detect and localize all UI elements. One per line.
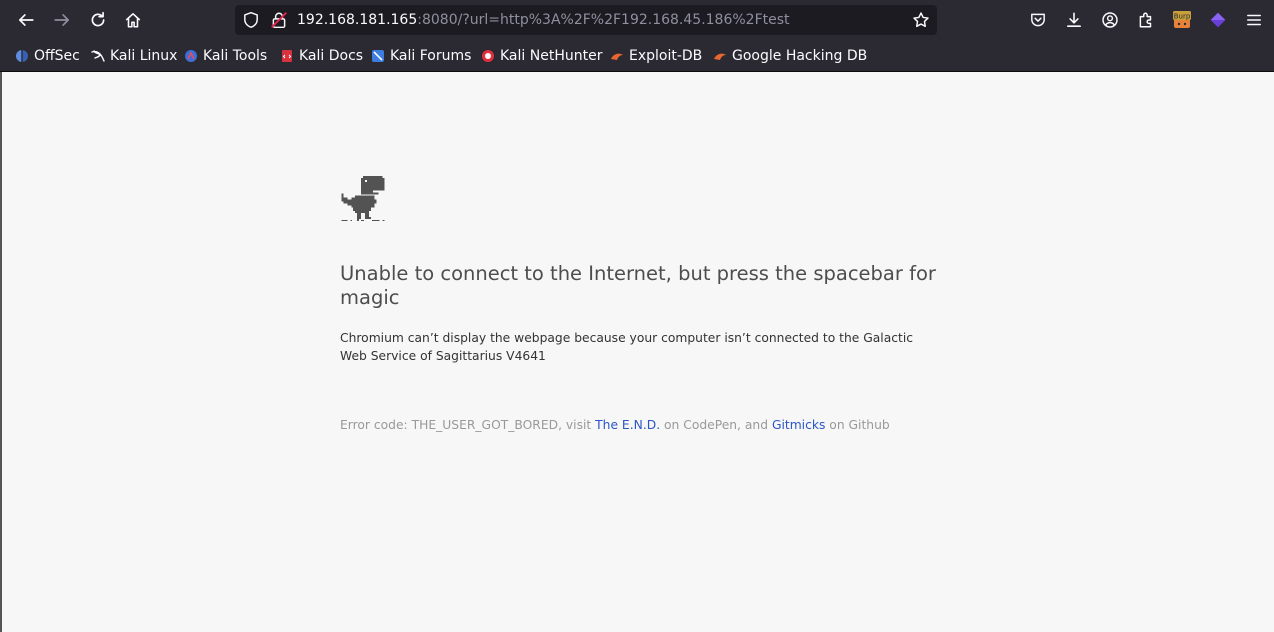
dinosaur-icon[interactable] <box>340 176 386 222</box>
bookmark-label: Kali Linux <box>110 48 178 64</box>
error-code-prefix: Error code: THE_USER_GOT_BORED, visit <box>340 418 596 432</box>
url-bar[interactable]: 192.168.181.165:8080/?url=http%3A%2F%2F1… <box>235 5 937 35</box>
bookmark-kali-tools[interactable]: Kali Tools <box>184 46 267 66</box>
bookmark-google-hacking-db[interactable]: Google Hacking DB <box>713 46 867 66</box>
bookmark-label: Kali NetHunter <box>500 48 603 64</box>
download-icon <box>1067 12 1081 27</box>
home-button[interactable] <box>119 6 147 34</box>
forward-button[interactable] <box>48 6 76 34</box>
bookmark-exploit-db[interactable]: Exploit-DB <box>610 46 702 66</box>
menu-button[interactable] <box>1240 6 1268 34</box>
bookmarks-toolbar: OffSec Kali Linux Kali Tools Kali Docs K… <box>0 42 1274 70</box>
shield-icon[interactable] <box>242 11 260 29</box>
burp-extension-button[interactable]: Burp <box>1168 6 1196 34</box>
bookmark-label: Kali Docs <box>299 48 364 64</box>
url-host: 192.168.181.165 <box>297 12 418 28</box>
kali-dragon-icon <box>91 50 105 62</box>
pocket-icon <box>1031 13 1045 27</box>
account-icon <box>1102 12 1118 28</box>
hamburger-icon <box>1247 14 1261 26</box>
reload-button[interactable] <box>84 6 112 34</box>
window-left-edge <box>0 72 2 632</box>
account-button[interactable] <box>1096 6 1124 34</box>
kali-docs-icon <box>282 50 292 62</box>
exploit-db-icon <box>611 53 623 60</box>
home-icon <box>125 13 141 28</box>
bookmark-kali-nethunter[interactable]: Kali NetHunter <box>481 46 602 66</box>
url-path: :8080/?url=http%3A%2F%2F192.168.45.186%2… <box>417 12 790 28</box>
browser-chrome: 192.168.181.165:8080/?url=http%3A%2F%2F1… <box>0 0 1274 72</box>
bookmark-label: Kali Forums <box>390 48 472 64</box>
pocket-button[interactable] <box>1024 6 1052 34</box>
error-description: Chromium can’t display the webpage becau… <box>340 331 913 363</box>
url-text[interactable]: 192.168.181.165:8080/?url=http%3A%2F%2F1… <box>297 5 790 35</box>
bookmark-label: Kali Tools <box>203 48 268 64</box>
bookmark-kali-forums[interactable]: Kali Forums <box>371 46 471 66</box>
gitmicks-link[interactable]: Gitmicks <box>772 418 825 432</box>
purple-extension-button[interactable] <box>1204 6 1232 34</box>
back-button[interactable] <box>12 6 40 34</box>
nethunter-icon <box>482 50 494 62</box>
error-headline: Unable to connect to the Internet, but p… <box>340 262 936 309</box>
error-code-middle: on CodePen, and <box>660 418 772 432</box>
arrow-right-icon <box>54 14 70 26</box>
star-icon[interactable] <box>912 11 930 29</box>
bookmark-label: OffSec <box>34 48 80 64</box>
navigation-toolbar: 192.168.181.165:8080/?url=http%3A%2F%2F1… <box>0 0 1274 40</box>
kali-tools-icon <box>185 50 197 62</box>
arrow-left-icon <box>18 14 34 26</box>
error-code: Error code: THE_USER_GOT_BORED, visit Th… <box>340 417 940 433</box>
burp-label: Burp <box>1174 13 1191 21</box>
bookmark-label: Exploit-DB <box>629 48 703 64</box>
kali-forums-icon <box>372 50 384 62</box>
toolbar-divider <box>0 71 1274 72</box>
puzzle-icon <box>1139 12 1152 28</box>
the-end-link[interactable]: The E.N.D. <box>595 418 660 432</box>
bookmark-offsec[interactable]: OffSec <box>15 46 80 66</box>
extensions-button[interactable] <box>1132 6 1160 34</box>
error-code-suffix: on Github <box>825 418 890 432</box>
reload-icon <box>91 11 105 27</box>
purple-gem-icon <box>1210 12 1226 28</box>
insecure-lock-icon[interactable] <box>270 11 288 29</box>
bookmark-kali-docs[interactable]: Kali Docs <box>280 46 363 66</box>
offsec-icon <box>16 50 28 62</box>
bookmark-kali-linux[interactable]: Kali Linux <box>91 46 177 66</box>
bookmark-label: Google Hacking DB <box>732 48 868 64</box>
burp-icon: Burp <box>1173 11 1191 28</box>
ghdb-icon <box>714 53 726 60</box>
downloads-button[interactable] <box>1060 6 1088 34</box>
